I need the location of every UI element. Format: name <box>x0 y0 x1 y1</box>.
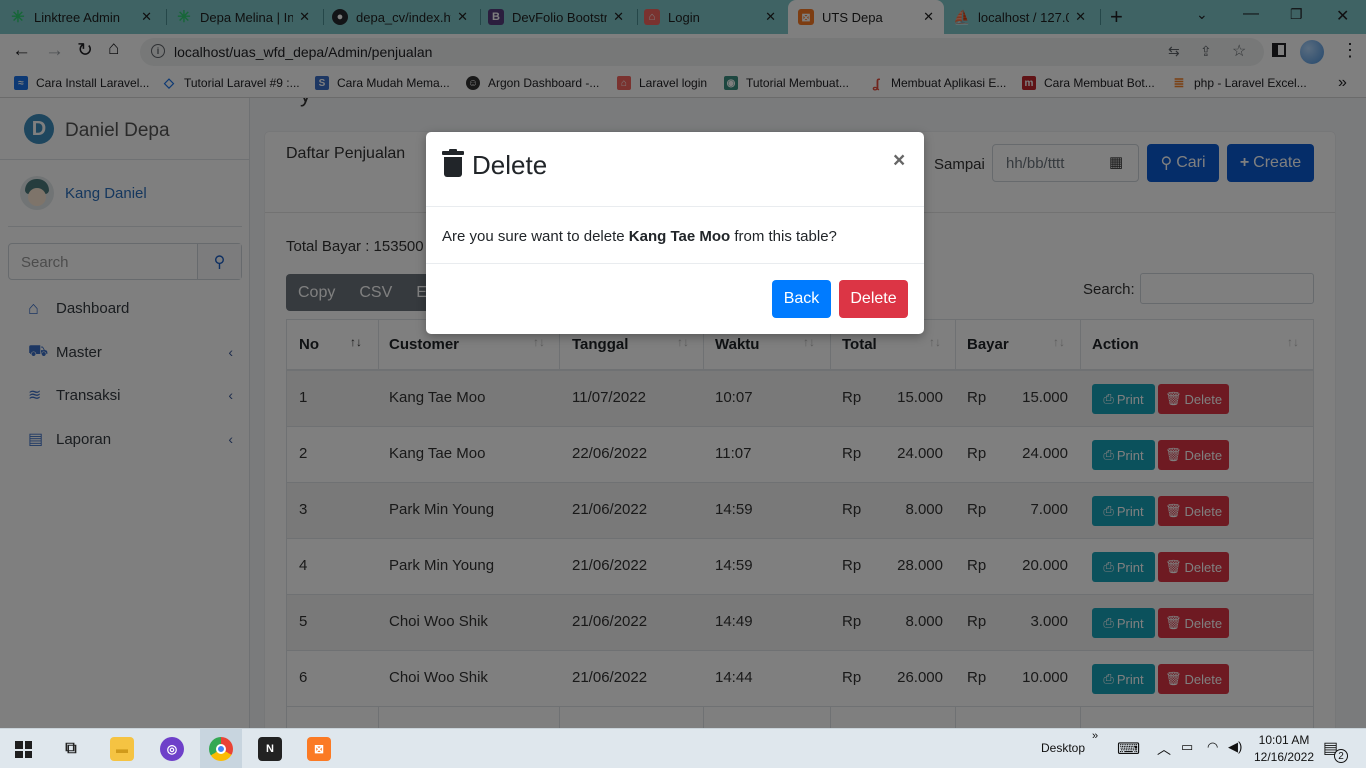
modal-title: Delete <box>472 150 548 180</box>
xampp-icon[interactable]: ⊠ <box>307 737 331 761</box>
clock-time[interactable]: 10:01 AM <box>1255 733 1313 747</box>
file-explorer-icon[interactable]: ▬ <box>110 737 134 761</box>
task-view-icon[interactable]: ⧉ <box>59 737 83 761</box>
desktop-label[interactable]: Desktop <box>1041 741 1085 755</box>
clock-date[interactable]: 12/16/2022 <box>1251 750 1317 764</box>
windows-taskbar: ⧉ ▬ ◎ N ⊠ Desktop » ⌨ ︿ ▭ ◠ ◀) 10:01 AM … <box>0 728 1366 768</box>
modal-message: Are you sure want to delete Kang Tae Moo… <box>442 228 837 245</box>
overflow-icon[interactable]: » <box>1092 730 1098 742</box>
keyboard-icon[interactable]: ⌨ <box>1117 739 1140 759</box>
modal-backdrop[interactable] <box>0 0 1366 728</box>
github-desktop-icon[interactable]: ◎ <box>160 737 184 761</box>
windows-start-icon[interactable] <box>15 741 32 758</box>
wifi-icon[interactable]: ◠ <box>1207 739 1218 755</box>
modal-message-prefix: Are you sure want to delete <box>442 228 629 245</box>
battery-icon[interactable]: ▭ <box>1181 739 1193 755</box>
trash-icon <box>442 149 464 177</box>
notion-icon[interactable]: N <box>258 737 282 761</box>
chevron-up-icon[interactable]: ︿ <box>1157 739 1171 759</box>
delete-modal: Delete × Are you sure want to delete Kan… <box>426 132 924 334</box>
chrome-icon[interactable] <box>209 737 233 761</box>
divider <box>426 263 924 264</box>
volume-icon[interactable]: ◀) <box>1228 739 1242 755</box>
notification-count: 2 <box>1334 749 1348 763</box>
back-button[interactable]: Back <box>772 280 831 318</box>
confirm-delete-button[interactable]: Delete <box>839 280 908 318</box>
modal-message-name: Kang Tae Moo <box>628 228 731 245</box>
modal-message-suffix: from this table? <box>730 228 837 245</box>
modal-close-button[interactable]: × <box>893 149 905 173</box>
divider <box>426 206 924 207</box>
